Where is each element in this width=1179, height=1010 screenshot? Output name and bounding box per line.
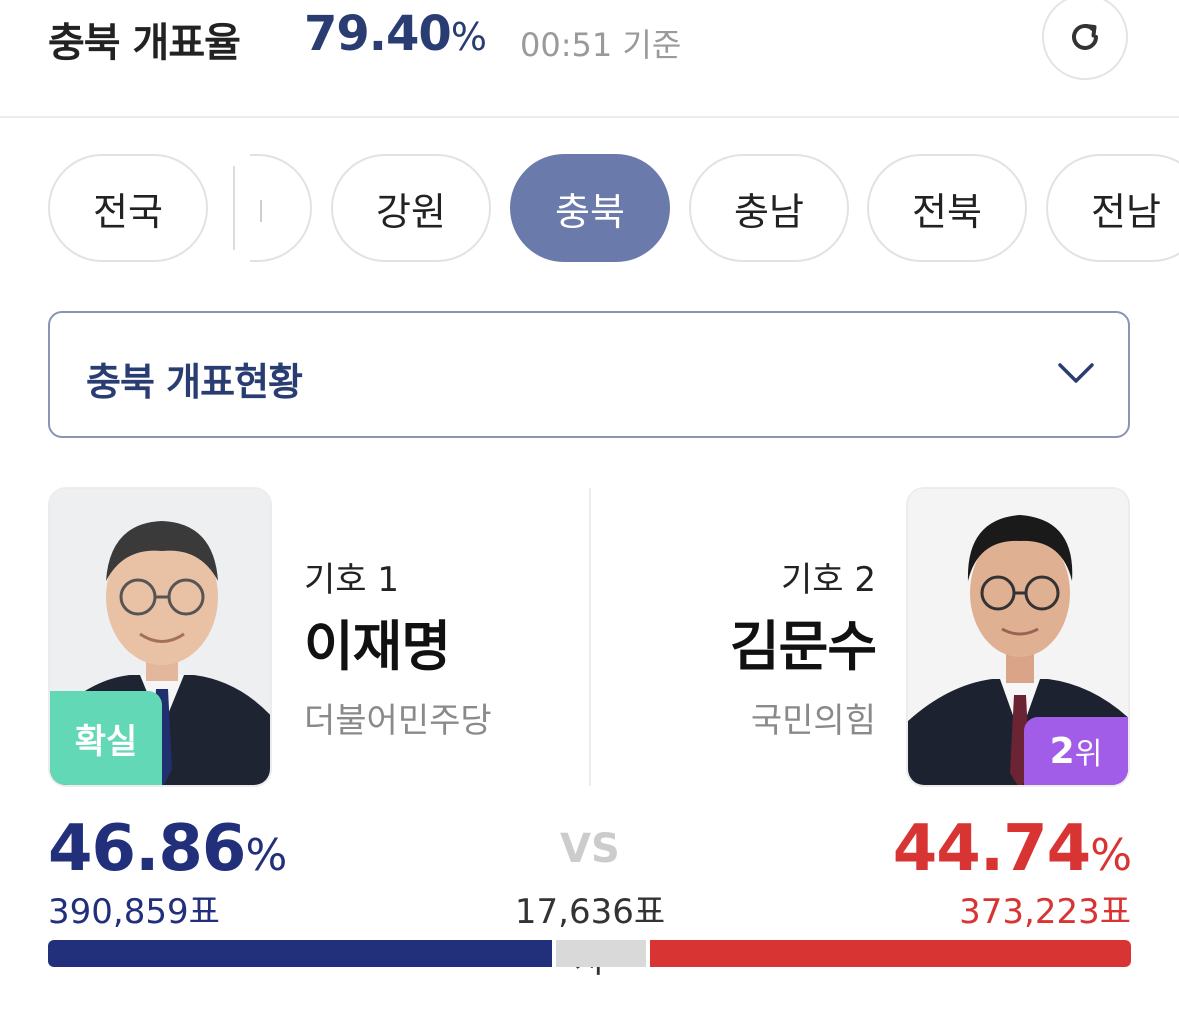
dropdown-label: 충북 개표현황 [86, 360, 303, 404]
vote-difference: 17,636표차 [514, 892, 666, 981]
candidate-name: 이재명 [304, 615, 451, 678]
right-percentage-value: 44.74 [892, 812, 1091, 886]
tab-partial[interactable] [250, 154, 312, 262]
candidate-party: 더불어민주당 [304, 701, 492, 741]
update-time: 00:51 기준 [520, 26, 682, 64]
vote-bar-left [48, 940, 552, 967]
candidate-party: 국민의힘 [750, 701, 876, 741]
vote-share-bar [48, 940, 1131, 967]
tab-divider [233, 166, 235, 250]
header: 충북 개표율 79.40% 00:51 기준 [0, 0, 1179, 118]
left-percentage: 46.86% [48, 812, 287, 886]
chevron-down-icon [1058, 363, 1094, 383]
tab-jeonnam[interactable]: 전남 [1046, 154, 1179, 262]
vote-bar-remaining [555, 940, 647, 967]
tab-chungnam[interactable]: 충남 [689, 154, 849, 262]
right-percentage: 44.74% [892, 812, 1132, 886]
candidate-number: 기호 1 [304, 560, 399, 600]
left-votes: 390,859표 [48, 892, 220, 932]
tab-gangwon[interactable]: 강원 [331, 154, 491, 262]
candidate-info-right: 기호 2 김문수 국민의힘 [620, 552, 877, 742]
right-votes: 373,223표 [959, 892, 1131, 932]
candidate-photo-kim: 2위 [906, 487, 1130, 787]
candidate-divider [589, 488, 591, 786]
region-status-dropdown[interactable]: 충북 개표현황 [48, 311, 1130, 438]
region-tabs: 전국 강원 충북 충남 전북 전남 [0, 154, 1179, 262]
candidate-number: 기호 2 [781, 560, 876, 600]
candidate-info-left: 기호 1 이재명 더불어민주당 [304, 552, 584, 742]
rank-unit: 위 [1074, 737, 1103, 772]
tab-jeonbuk[interactable]: 전북 [867, 154, 1027, 262]
rank-badge: 2위 [1024, 717, 1128, 785]
refresh-icon [1072, 23, 1098, 50]
tab-chungbuk[interactable]: 충북 [510, 154, 670, 262]
vote-bar-right [650, 940, 1131, 967]
counting-title: 충북 개표율 [48, 20, 241, 66]
certain-badge: 확실 [50, 691, 162, 785]
left-percentage-value: 46.86 [48, 812, 246, 886]
counting-rate-unit: % [450, 15, 487, 59]
refresh-button[interactable] [1042, 0, 1128, 80]
tab-nationwide[interactable]: 전국 [48, 154, 208, 262]
vs-label: VS [560, 826, 620, 872]
counting-rate: 79.40% [304, 6, 487, 62]
right-percentage-unit: % [1090, 830, 1132, 881]
left-percentage-unit: % [245, 830, 287, 881]
candidate-name: 김문수 [729, 615, 877, 678]
candidate-photo-lee: 확실 [48, 487, 272, 787]
counting-rate-value: 79.40 [304, 6, 452, 62]
rank-number: 2 [1049, 730, 1075, 772]
